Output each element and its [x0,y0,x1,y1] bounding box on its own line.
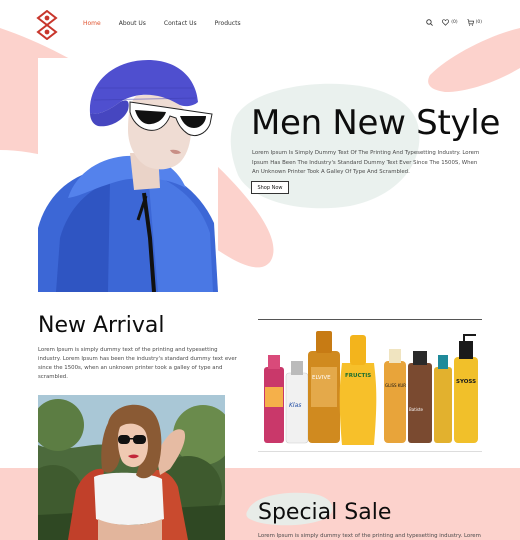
wishlist-count: (0) [451,20,458,25]
shop-now-button[interactable]: Shop Now [251,181,289,194]
search-icon [426,19,434,26]
search-button[interactable] [426,19,434,26]
woman-model-image [38,395,225,540]
special-sale-description: Lorem Ipsum is simply dummy text of the … [258,533,481,539]
cart-count: (0) [475,20,482,25]
special-sale-title: Special Sale [258,500,392,525]
site-header: Home About Us Contact Us Products (0) (0… [0,0,520,50]
cart-icon [466,19,474,26]
nav-item-about-us[interactable]: About Us [119,20,146,27]
hero-model-image [38,58,218,292]
heart-icon [442,19,450,26]
nav-item-home[interactable]: Home [83,20,101,27]
nav-item-contact-us[interactable]: Contact Us [164,20,197,27]
main-nav: Home About Us Contact Us Products [83,20,259,27]
hero-title: Men New Style [251,103,501,143]
brand-logo-icon[interactable] [36,10,58,40]
header-actions: (0) (0) [426,19,482,26]
nav-item-products[interactable]: Products [215,20,241,27]
wishlist-button[interactable]: (0) [442,19,458,26]
cart-button[interactable]: (0) [466,19,482,26]
hero-description: Lorem Ipsum Is Simply Dummy Text Of The … [252,150,480,175]
